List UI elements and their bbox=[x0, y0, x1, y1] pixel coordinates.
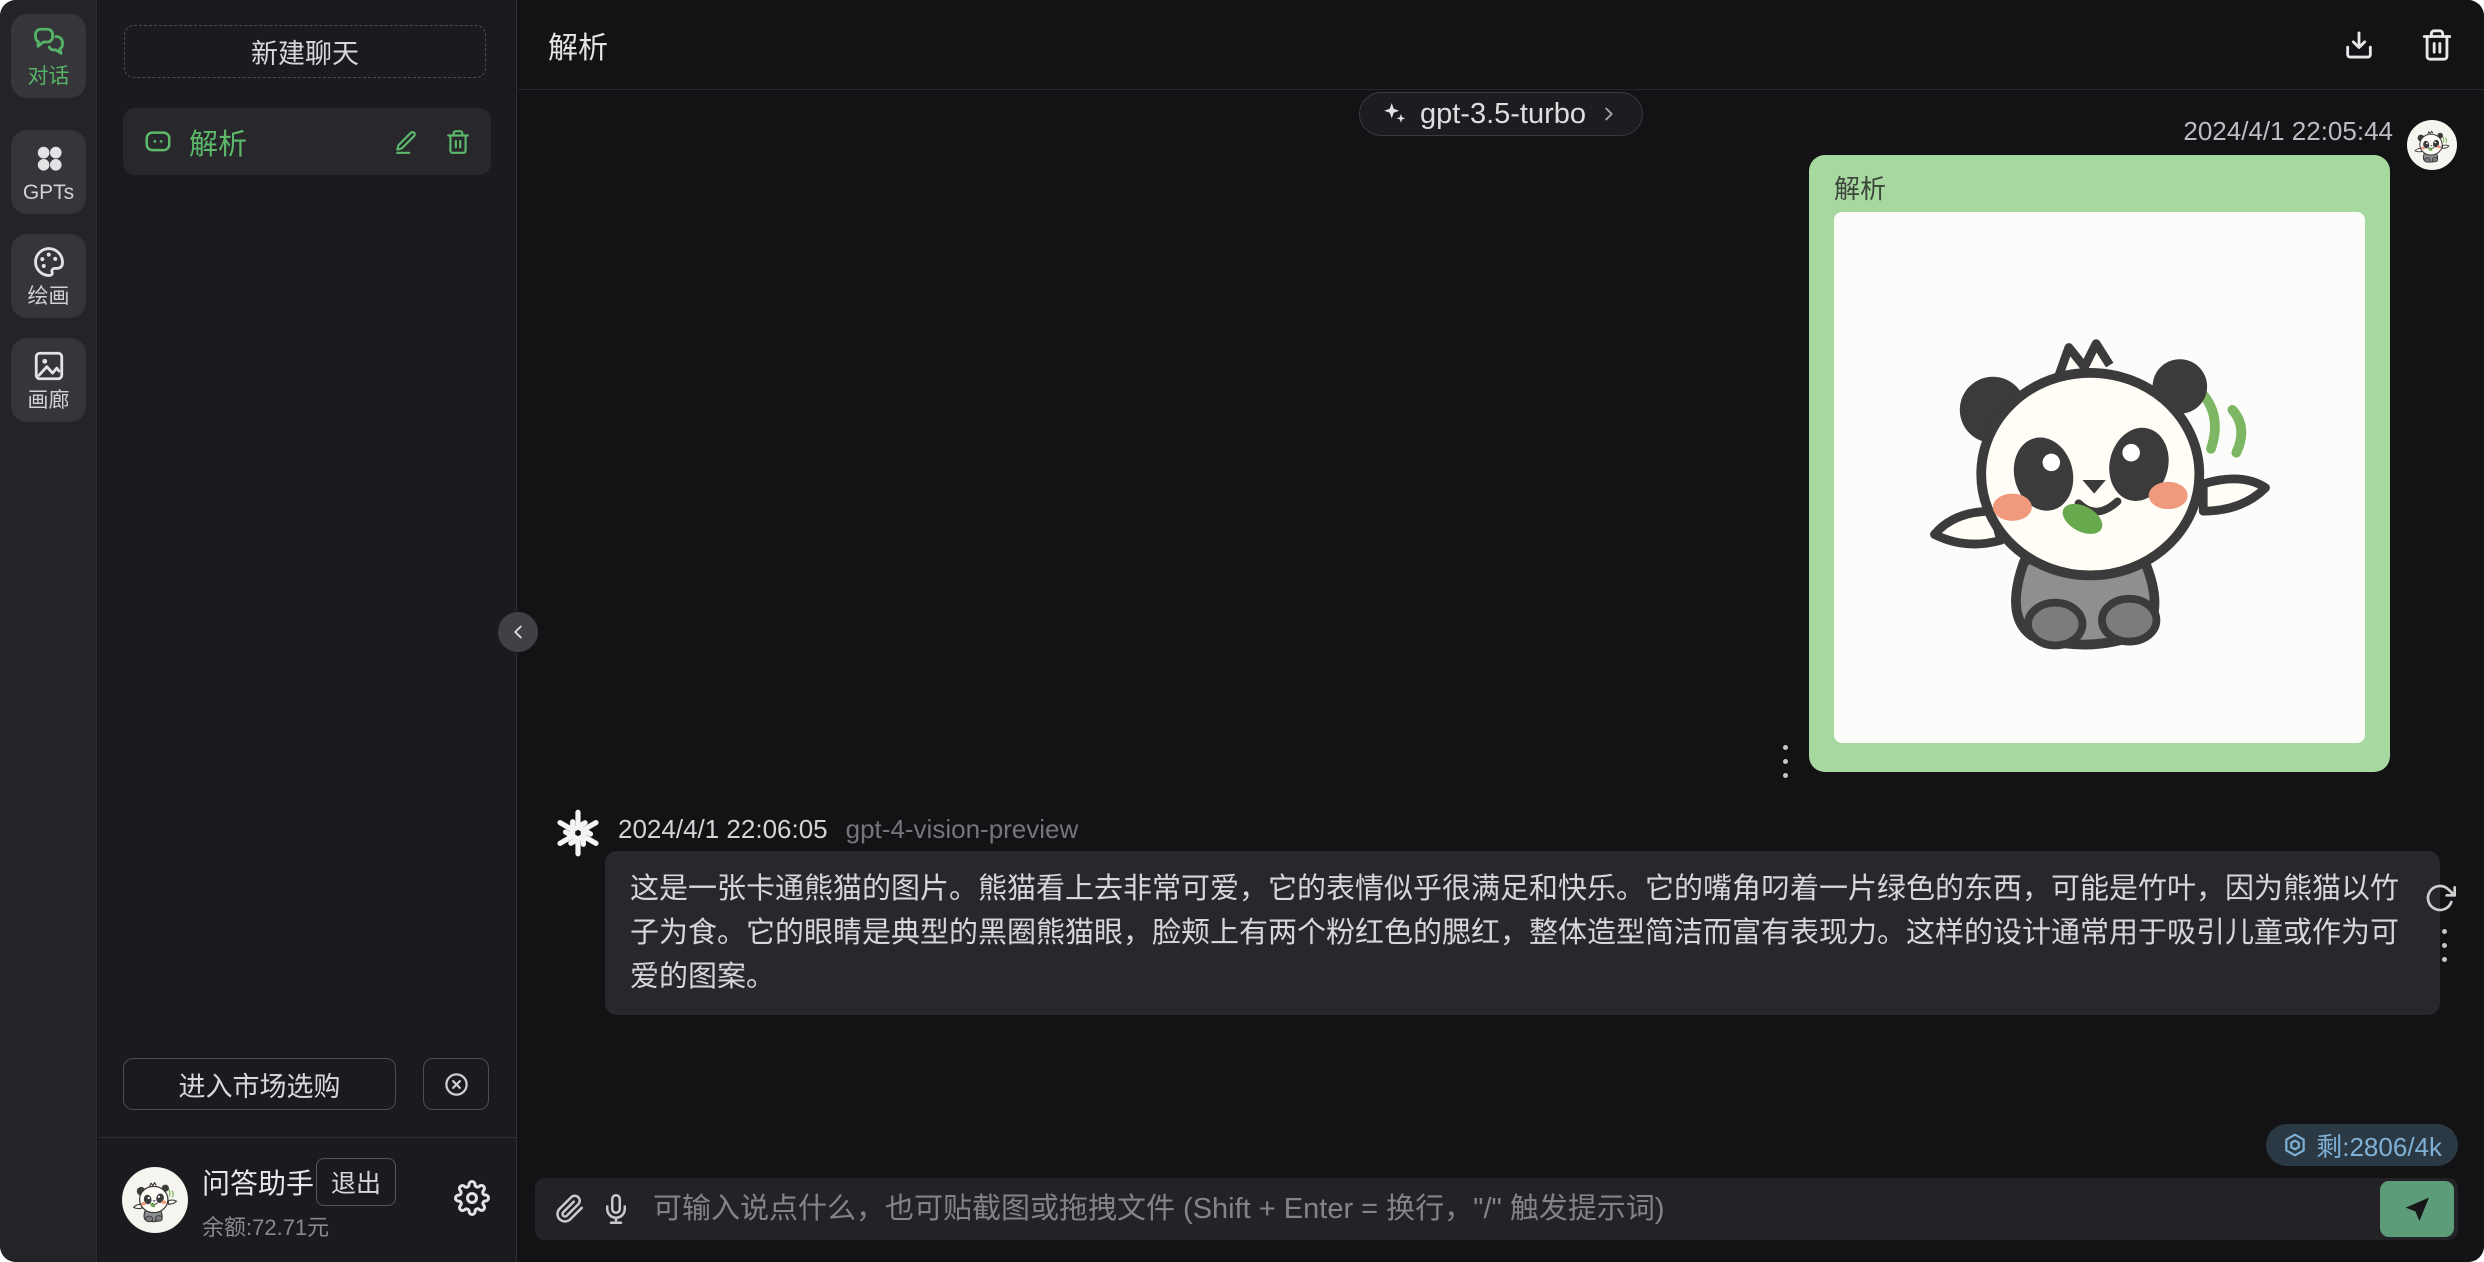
user-message-menu-button[interactable] bbox=[1783, 740, 1788, 782]
assistant-message-timestamp: 2024/4/1 22:06:05 bbox=[618, 814, 828, 845]
panda-avatar-image bbox=[2413, 126, 2451, 164]
market-button[interactable]: 进入市场选购 bbox=[123, 1058, 396, 1110]
user-message-bubble: 解析 bbox=[1809, 155, 2390, 772]
token-hexagon-icon bbox=[2282, 1132, 2308, 1158]
user-avatar bbox=[122, 1167, 188, 1233]
token-remaining-text: 剩:2806/4k bbox=[2316, 1127, 2442, 1164]
sidebar-collapse-button[interactable] bbox=[498, 612, 538, 652]
panda-avatar-image bbox=[131, 1176, 179, 1224]
refresh-icon bbox=[2424, 882, 2456, 914]
delete-chat-button[interactable] bbox=[2420, 28, 2454, 62]
palette-icon bbox=[32, 245, 66, 279]
main-panel: 解析 gpt-3.5-turbo 2024/4/1 22:05:44 解析 bbox=[518, 0, 2484, 1262]
nav-item-label: 画廊 bbox=[28, 390, 70, 411]
chevron-left-icon bbox=[507, 621, 529, 643]
openai-logo-icon bbox=[551, 806, 605, 860]
chevron-right-icon bbox=[1598, 103, 1620, 125]
export-button[interactable] bbox=[2342, 28, 2376, 62]
model-name: gpt-3.5-turbo bbox=[1420, 98, 1586, 131]
assistant-message-text: 这是一张卡通熊猫的图片。熊猫看上去非常可爱，它的表情似乎很满足和快乐。它的嘴角叼… bbox=[630, 873, 2399, 993]
user-profile-row: 问答助手 退出 余额:72.71元 bbox=[122, 1158, 494, 1242]
circle-x-icon bbox=[443, 1071, 470, 1098]
assistant-message-model: gpt-4-vision-preview bbox=[846, 814, 1079, 845]
microphone-icon bbox=[601, 1194, 631, 1224]
assistant-avatar bbox=[551, 806, 605, 860]
sparkles-icon bbox=[1382, 101, 1408, 127]
settings-button[interactable] bbox=[454, 1180, 494, 1220]
user-message-image[interactable] bbox=[1834, 212, 2365, 743]
nav-item-gallery[interactable]: 画廊 bbox=[11, 338, 86, 422]
logout-button[interactable]: 退出 bbox=[316, 1158, 396, 1206]
new-chat-button[interactable]: 新建聊天 bbox=[124, 25, 486, 78]
token-remaining-badge: 剩:2806/4k bbox=[2266, 1124, 2458, 1166]
trash-icon bbox=[2420, 28, 2454, 62]
chat-bubbles-icon bbox=[32, 25, 66, 59]
chat-list-item[interactable]: 解析 bbox=[123, 108, 491, 175]
user-info: 问答助手 退出 余额:72.71元 bbox=[202, 1158, 396, 1242]
model-selector[interactable]: gpt-3.5-turbo bbox=[1359, 92, 1643, 136]
gear-icon bbox=[454, 1180, 490, 1216]
page-title: 解析 bbox=[548, 23, 608, 67]
message-composer bbox=[535, 1178, 2458, 1240]
assistant-message-header: 2024/4/1 22:06:05 gpt-4-vision-preview bbox=[618, 814, 1078, 845]
assistant-message-bubble: 这是一张卡通熊猫的图片。熊猫看上去非常可爱，它的表情似乎很满足和快乐。它的嘴角叼… bbox=[605, 851, 2440, 1015]
nav-item-label: GPTs bbox=[23, 182, 74, 203]
balance-text: 余额:72.71元 bbox=[202, 1210, 396, 1242]
user-message-avatar bbox=[2407, 120, 2457, 170]
nav-item-label: 绘画 bbox=[28, 286, 70, 307]
nav-item-label: 对话 bbox=[28, 66, 70, 87]
nav-item-chat[interactable]: 对话 bbox=[11, 14, 86, 98]
attach-file-button[interactable] bbox=[555, 1194, 585, 1224]
app-window: 对话 GPTs 绘画 画廊 新建聊天 解析 进入市场选购 bbox=[0, 0, 2484, 1262]
gallery-icon bbox=[32, 349, 66, 383]
paperclip-icon bbox=[555, 1194, 585, 1224]
edit-icon[interactable] bbox=[393, 129, 419, 155]
chat-item-title: 解析 bbox=[189, 121, 367, 163]
regenerate-button[interactable] bbox=[2424, 882, 2456, 914]
nav-item-gpts[interactable]: GPTs bbox=[11, 130, 86, 214]
cartoon-panda-image bbox=[1915, 293, 2285, 663]
clover-icon bbox=[32, 141, 66, 175]
main-header: 解析 bbox=[518, 0, 2484, 90]
paper-plane-icon bbox=[2401, 1193, 2433, 1225]
message-input[interactable] bbox=[653, 1193, 2380, 1226]
clear-button[interactable] bbox=[423, 1058, 489, 1110]
nav-rail: 对话 GPTs 绘画 画廊 bbox=[0, 0, 97, 1262]
user-message-text: 解析 bbox=[1834, 169, 2365, 206]
user-name: 问答助手 bbox=[202, 1162, 314, 1202]
sidebar-divider bbox=[98, 1137, 516, 1138]
chat-square-icon bbox=[143, 127, 173, 157]
download-icon bbox=[2342, 28, 2376, 62]
trash-icon[interactable] bbox=[445, 129, 471, 155]
assistant-message-menu-button[interactable] bbox=[2442, 924, 2447, 966]
voice-input-button[interactable] bbox=[601, 1194, 631, 1224]
sidebar: 新建聊天 解析 进入市场选购 问答助手 退出 余额:72.71元 bbox=[98, 0, 517, 1262]
user-message-timestamp: 2024/4/1 22:05:44 bbox=[2183, 116, 2393, 147]
send-button[interactable] bbox=[2380, 1181, 2454, 1237]
nav-item-draw[interactable]: 绘画 bbox=[11, 234, 86, 318]
